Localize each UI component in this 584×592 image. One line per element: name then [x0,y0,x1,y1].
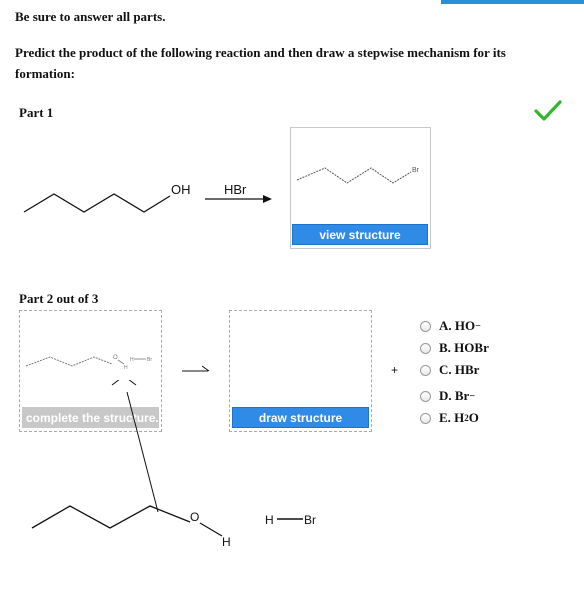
question-text: Predict the product of the following rea… [15,45,506,81]
preview-chain [25,356,113,367]
product-structure: Br [296,167,420,184]
instructions-text: Be sure to answer all parts. [15,9,166,24]
bottom-hbr-br-label: Br [304,513,316,527]
part2-label: Part 2 out of 3 [19,291,99,306]
reaction-arrow-head [263,195,272,203]
part2-arrow [182,365,210,372]
bottom-h-label: H [222,535,231,549]
bottom-o-label: O [190,510,199,524]
preview-hbr-h-label: H [130,357,134,363]
pointer-arrowhead [111,380,137,386]
plus-sign: + [391,363,399,377]
product-chain [296,167,412,184]
reagent-label: HBr [224,182,247,197]
bottom-structure: O H H Br [31,380,316,549]
preview-hbr-br-label: Br [147,357,152,363]
radio-e[interactable] [420,412,431,424]
reactant-chain [23,193,171,213]
top-accent-bar [441,0,584,4]
reactant-oh-label: OH [171,182,191,197]
option-e[interactable]: E. H2O [420,407,489,429]
check-icon [534,100,562,121]
product-br-label: Br [412,167,420,174]
bottom-oh-bond [199,522,223,537]
option-c[interactable]: C. HBr [420,359,489,381]
bottom-chain [31,505,191,529]
radio-c[interactable] [420,364,431,376]
option-b[interactable]: B. HOBr [420,337,489,359]
preview-h-label: H [124,365,128,371]
radio-b[interactable] [420,342,431,354]
part1-label: Part 1 [19,105,54,120]
radio-a[interactable] [420,320,431,332]
view-structure-button[interactable]: view structure [292,224,428,245]
option-a[interactable]: A. HO − [420,315,489,337]
answer-options: A. HO − B. HOBr C. HBr D. Br − E. H2O [420,315,489,429]
drag-pointer-line [126,391,159,513]
part1-product-frame: Br view structure [290,127,431,249]
option-d[interactable]: D. Br − [420,385,489,407]
part1-reaction: OH HBr [23,182,272,213]
bottom-hbr-h-label: H [265,513,274,527]
radio-d[interactable] [420,390,431,402]
preview-o-label: O [113,355,118,361]
